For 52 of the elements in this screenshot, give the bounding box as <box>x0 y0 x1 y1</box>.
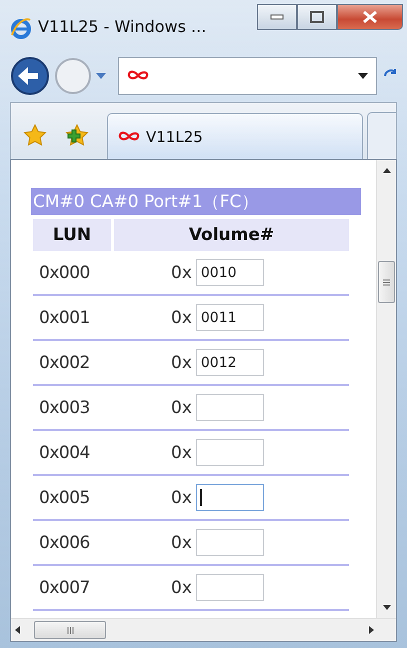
add-favorite-icon[interactable] <box>65 124 89 146</box>
hex-prefix: 0x <box>171 308 192 328</box>
lun-cell-text: 0x004 <box>38 442 91 462</box>
browser-tab[interactable] <box>367 112 396 159</box>
maximize-icon <box>310 11 324 23</box>
volume-field[interactable] <box>196 529 264 556</box>
column-header: LUN <box>33 219 111 251</box>
scrollbar-thumb[interactable] <box>378 261 395 303</box>
section-title: CM#0 CA#0 Port#1（FC） <box>31 188 361 215</box>
close-icon <box>362 10 378 24</box>
hex-prefix: 0x <box>171 532 192 552</box>
minimize-button[interactable] <box>257 4 297 30</box>
volume-field[interactable] <box>196 394 264 421</box>
browser-e-icon <box>10 17 32 39</box>
volume-field[interactable]: 0011 <box>196 304 264 331</box>
volume-field[interactable] <box>196 574 264 601</box>
column-header: Volume# <box>114 219 349 251</box>
browser-tab[interactable]: V11L25 <box>107 113 363 159</box>
volume-field[interactable]: 0010 <box>196 259 264 286</box>
text-cursor <box>200 489 202 506</box>
lun-cell-text: 0x001 <box>38 308 91 328</box>
horizontal-scrollbar[interactable] <box>11 618 396 641</box>
hex-prefix: 0x <box>171 262 192 282</box>
scroll-down-arrow-icon[interactable] <box>382 605 390 610</box>
lun-cell-text: 0x006 <box>38 532 91 552</box>
address-field[interactable] <box>118 57 377 95</box>
close-button[interactable] <box>337 4 403 30</box>
hex-prefix: 0x <box>171 578 192 598</box>
infinity-logo-icon <box>118 130 140 144</box>
lun-cell-text: 0x007 <box>38 578 91 598</box>
lun-cell-text: 0x000 <box>38 262 91 282</box>
hex-prefix: 0x <box>171 352 192 372</box>
hex-prefix: 0x <box>171 398 192 418</box>
hex-prefix: 0x <box>171 488 192 508</box>
scroll-right-arrow-icon[interactable] <box>369 626 374 634</box>
volume-field[interactable] <box>196 439 264 466</box>
hex-prefix: 0x <box>171 442 192 462</box>
scrollbar-thumb[interactable] <box>34 621 106 639</box>
lun-cell-text: 0x005 <box>38 488 91 508</box>
scroll-up-arrow-icon[interactable] <box>382 168 390 173</box>
window-title: V11L25 - Windows ... <box>38 17 206 36</box>
lun-cell-text: 0x002 <box>38 352 91 372</box>
minimize-icon <box>270 14 284 20</box>
maximize-button[interactable] <box>297 4 337 30</box>
back-button[interactable] <box>10 56 50 96</box>
lun-cell-text: 0x003 <box>38 398 91 418</box>
dropdown-caret-icon[interactable] <box>358 73 368 79</box>
vertical-scrollbar[interactable] <box>376 160 396 618</box>
favorites-star-icon[interactable] <box>23 124 47 146</box>
scroll-left-arrow-icon[interactable] <box>15 626 20 634</box>
volume-field[interactable]: 0012 <box>196 349 264 376</box>
volume-field[interactable] <box>196 484 264 511</box>
